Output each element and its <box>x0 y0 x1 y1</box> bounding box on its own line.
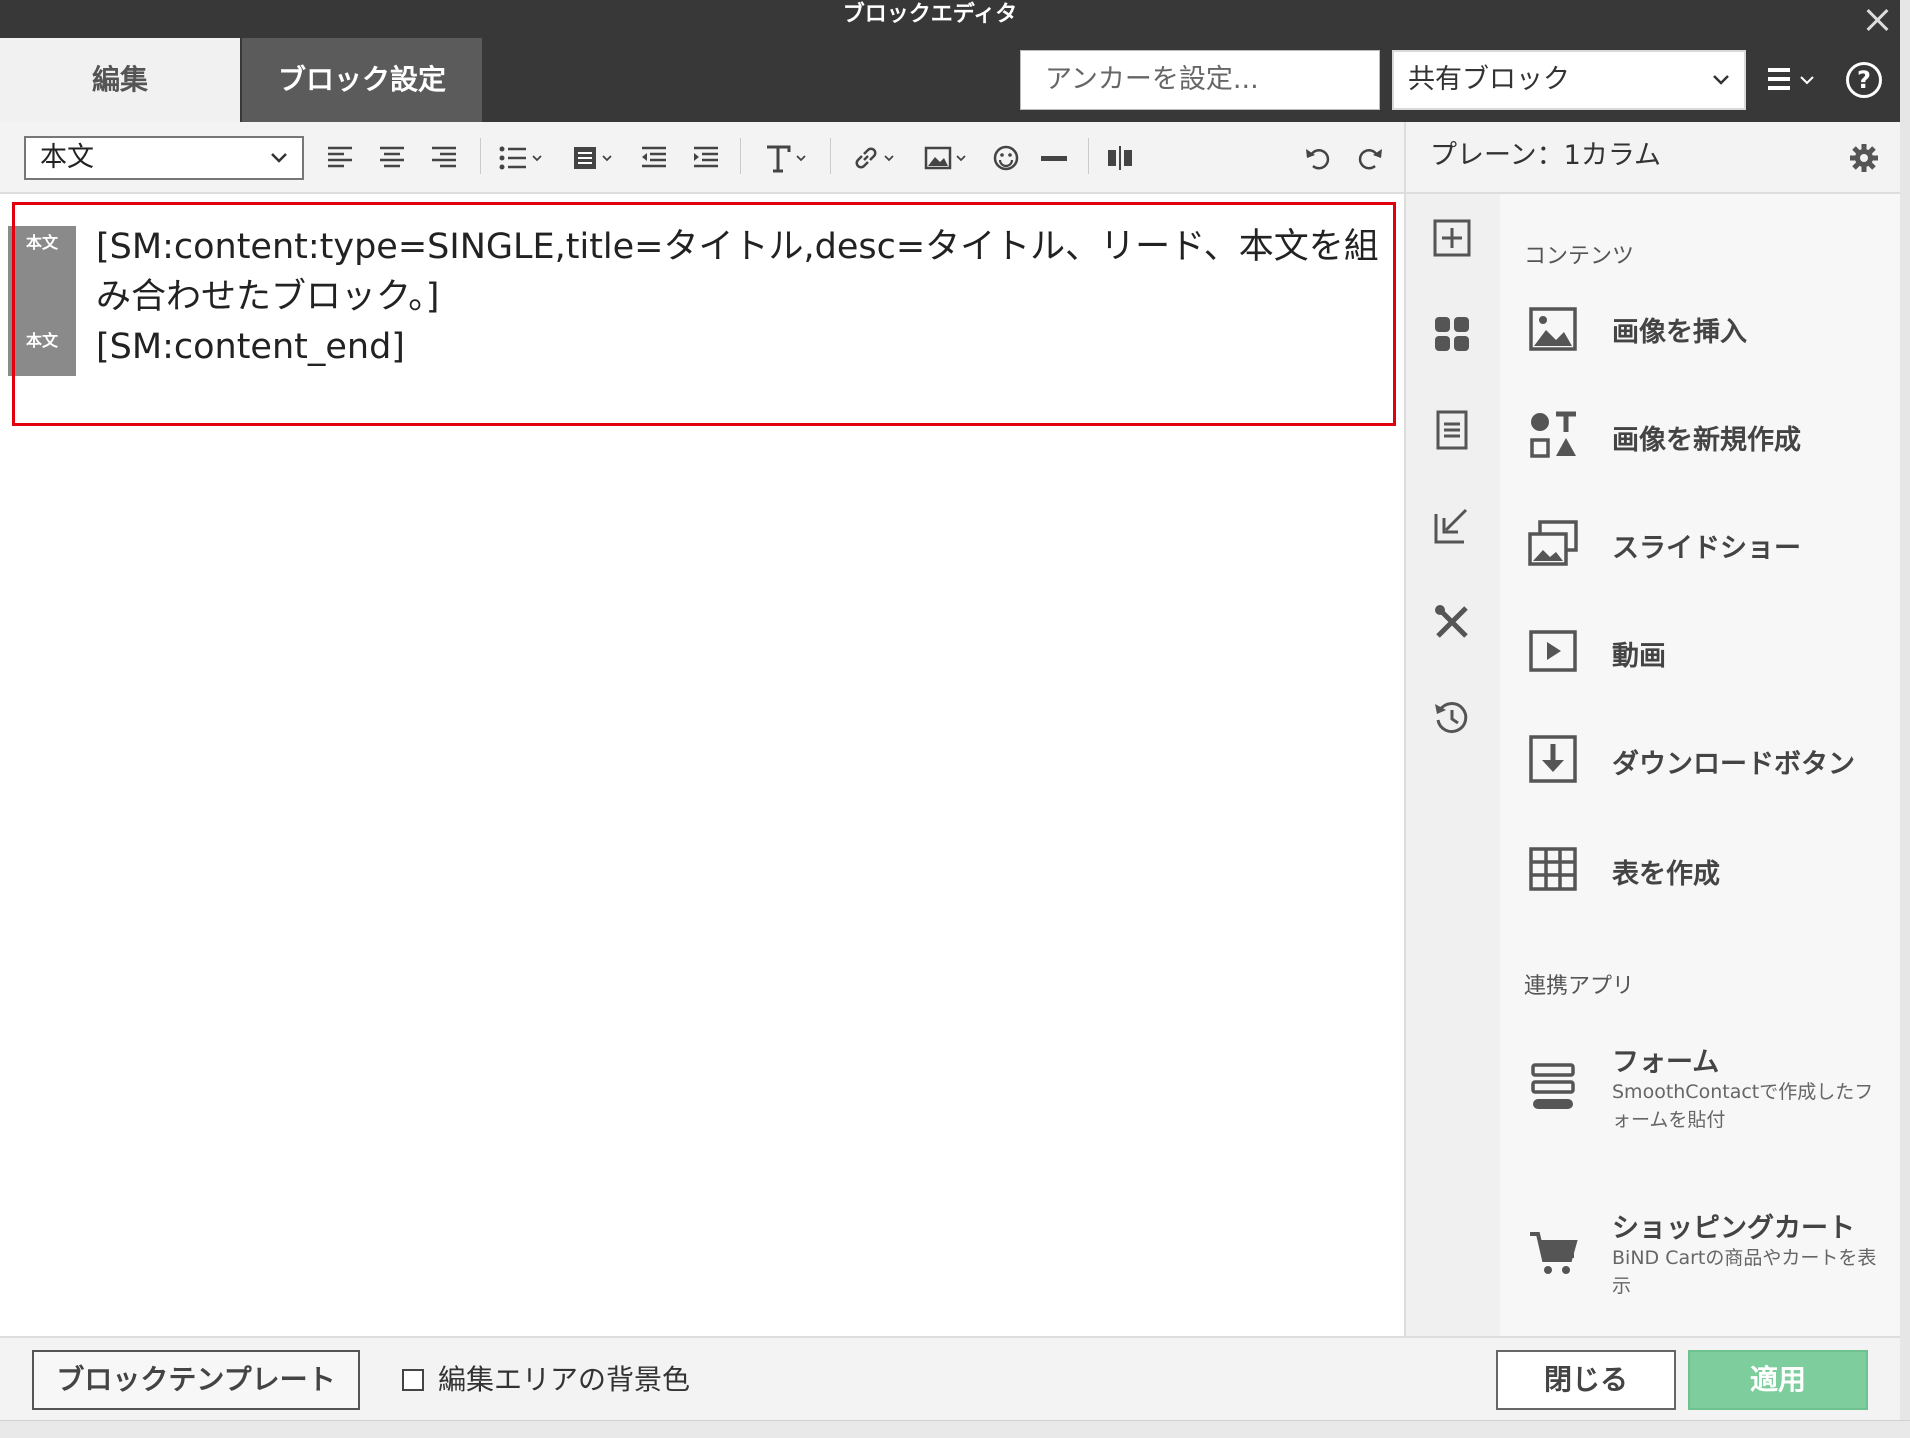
sidebar-item-form[interactable]: フォーム <box>1612 1040 1719 1079</box>
panel-title: プレーン：1カラム <box>1430 140 1662 171</box>
sidebar-item-video[interactable]: 動画 <box>1612 634 1666 673</box>
cart-icon[interactable] <box>1528 1228 1578 1278</box>
import-icon[interactable] <box>1432 506 1472 546</box>
tab-block-settings[interactable]: ブロック設定 <box>242 38 482 122</box>
shared-block-select[interactable]: 共有ブロック <box>1392 50 1746 110</box>
history-icon[interactable] <box>1432 698 1472 738</box>
align-left-icon[interactable] <box>324 140 356 176</box>
block-format-icon[interactable] <box>568 140 616 176</box>
paragraph-style-select[interactable]: 本文 <box>24 136 304 180</box>
undo-icon[interactable] <box>1300 140 1336 176</box>
redo-icon[interactable] <box>1352 140 1388 176</box>
paragraph-style-value: 本文 <box>40 142 94 173</box>
window-title: ブロックエディタ <box>842 2 1018 27</box>
chevron-down-icon <box>1713 75 1729 85</box>
block-template-button[interactable]: ブロックテンプレート <box>32 1350 360 1410</box>
highlight-frame <box>12 202 1396 426</box>
section-label-contents: コンテンツ <box>1524 244 1635 269</box>
image-icon[interactable] <box>1528 304 1578 354</box>
sidebar-item-shopping-cart-desc: BiND Cartの商品やカートを表示 <box>1612 1247 1877 1297</box>
apply-button[interactable]: 適用 <box>1688 1350 1868 1410</box>
sidebar-item-download-button[interactable]: ダウンロードボタン <box>1612 742 1855 781</box>
image-icon[interactable] <box>918 140 972 176</box>
shared-block-value: 共有ブロック <box>1408 64 1570 95</box>
align-center-icon[interactable] <box>376 140 408 176</box>
horizontal-rule-icon[interactable] <box>1038 140 1070 176</box>
sidebar-item-slideshow[interactable]: スライドショー <box>1612 526 1801 565</box>
bullet-list-icon[interactable] <box>496 140 544 176</box>
sidebar-item-insert-image[interactable]: 画像を挿入 <box>1612 310 1747 349</box>
shapes-icon[interactable] <box>1528 410 1578 460</box>
indent-icon[interactable] <box>690 140 722 176</box>
chevron-down-icon <box>271 153 287 163</box>
column-split-icon[interactable] <box>1104 140 1136 176</box>
sidebar-item-new-image[interactable]: 画像を新規作成 <box>1612 418 1801 457</box>
slideshow-icon[interactable] <box>1528 518 1578 568</box>
emoji-icon[interactable] <box>990 140 1022 176</box>
background-edge <box>1900 0 1910 1438</box>
help-icon[interactable]: ? <box>1846 62 1882 98</box>
tools-icon[interactable] <box>1432 602 1472 642</box>
align-right-icon[interactable] <box>428 140 460 176</box>
bg-color-checkbox[interactable] <box>402 1369 424 1391</box>
background-edge <box>0 1420 1910 1438</box>
table-icon[interactable] <box>1528 844 1578 894</box>
sidebar-item-shopping-cart[interactable]: ショッピングカート <box>1612 1206 1855 1245</box>
download-icon[interactable] <box>1528 734 1578 784</box>
gear-icon[interactable] <box>1848 142 1880 174</box>
menu-button[interactable] <box>1768 64 1820 96</box>
add-block-icon[interactable] <box>1432 218 1472 258</box>
link-icon[interactable] <box>846 140 900 176</box>
sidebar-item-form-desc: SmoothContactで作成したフォームを貼付 <box>1612 1081 1874 1131</box>
page-icon[interactable] <box>1432 410 1472 450</box>
bg-color-label: 編集エリアの背景色 <box>438 1363 691 1396</box>
outdent-icon[interactable] <box>638 140 670 176</box>
widgets-icon[interactable] <box>1432 314 1472 354</box>
section-label-apps: 連携アプリ <box>1524 974 1635 999</box>
sidebar-item-create-table[interactable]: 表を作成 <box>1612 852 1720 891</box>
form-icon[interactable] <box>1528 1062 1578 1112</box>
chevron-down-icon <box>1800 76 1814 85</box>
close-button[interactable]: 閉じる <box>1496 1350 1676 1410</box>
tab-edit[interactable]: 編集 <box>0 38 240 122</box>
video-icon[interactable] <box>1528 626 1578 676</box>
sidebar-rail <box>1404 194 1500 1336</box>
anchor-input[interactable]: アンカーを設定... <box>1020 50 1380 110</box>
block-editor-window: ブロックエディタ 編集 ブロック設定 アンカーを設定... 共有ブロック ? 本… <box>0 0 1900 1420</box>
text-style-icon[interactable] <box>758 140 812 176</box>
close-icon[interactable] <box>1862 4 1892 34</box>
